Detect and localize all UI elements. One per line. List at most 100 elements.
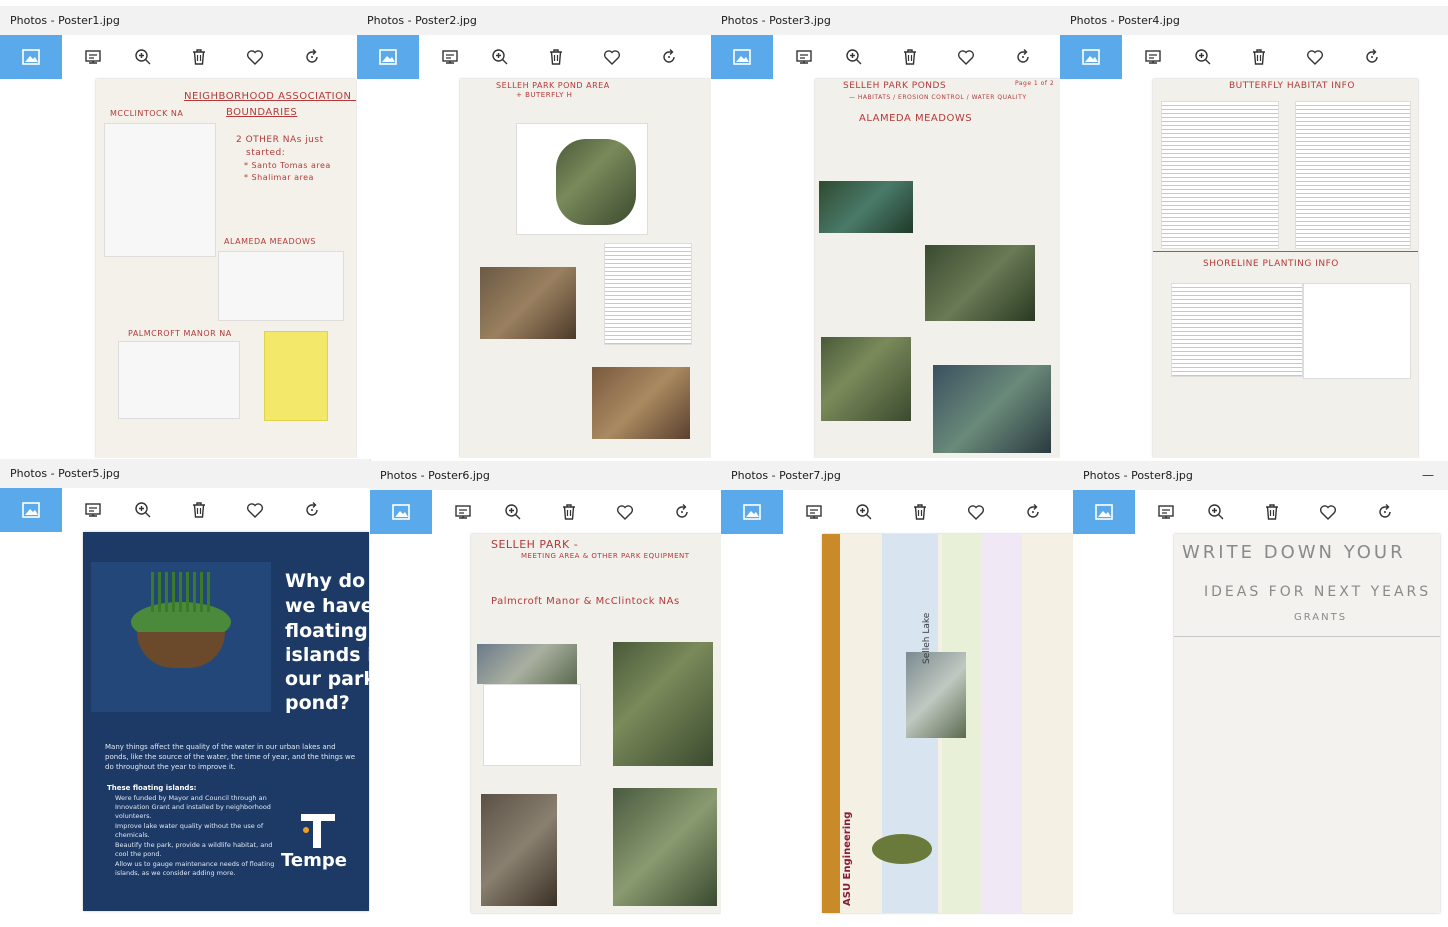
- slideshow-icon: [1156, 502, 1176, 522]
- equipment-photo: [481, 794, 557, 906]
- favorite-icon: [1318, 502, 1338, 522]
- zoom-in-icon: [133, 47, 153, 67]
- zoom-in-button[interactable]: [1183, 35, 1223, 79]
- delete-button[interactable]: [1239, 35, 1279, 79]
- delete-button[interactable]: [179, 35, 219, 79]
- slideshow-button[interactable]: [1146, 490, 1186, 534]
- image-button[interactable]: [1060, 35, 1122, 79]
- window-title: Photos - Poster1.jpg: [10, 14, 120, 27]
- headline-line: Why do: [285, 570, 366, 592]
- image-button[interactable]: [711, 35, 773, 79]
- zoom-in-button[interactable]: [480, 35, 520, 79]
- poster-subtitle: MEETING AREA & OTHER PARK EQUIPMENT: [521, 552, 690, 560]
- fish-illustration: [872, 834, 932, 864]
- image-button[interactable]: [0, 488, 62, 532]
- delete-button[interactable]: [900, 490, 940, 534]
- equipment-photo: [613, 788, 717, 906]
- window-titlebar[interactable]: Photos - Poster1.jpg: [0, 6, 357, 35]
- rotate-button[interactable]: [649, 35, 689, 79]
- slideshow-icon: [1143, 47, 1163, 67]
- window-title: Photos - Poster5.jpg: [10, 467, 120, 480]
- delete-button[interactable]: [549, 490, 589, 534]
- window-titlebar[interactable]: Photos - Poster5.jpg: [0, 459, 370, 488]
- favorite-button[interactable]: [605, 490, 645, 534]
- poster-note: * Shalimar area: [244, 173, 314, 182]
- delete-button[interactable]: [536, 35, 576, 79]
- rotate-button[interactable]: [662, 490, 702, 534]
- headline-line: islands in: [285, 644, 369, 666]
- window-titlebar[interactable]: Photos - Poster4.jpg: [1060, 6, 1448, 35]
- window-titlebar[interactable]: Photos - Poster6.jpg: [370, 461, 721, 490]
- zoom-in-button[interactable]: [844, 490, 884, 534]
- slideshow-icon: [83, 47, 103, 67]
- favorite-button[interactable]: [956, 490, 996, 534]
- window-titlebar[interactable]: Photos - Poster2.jpg: [357, 6, 711, 35]
- delete-icon: [559, 502, 579, 522]
- rotate-button[interactable]: [292, 488, 332, 532]
- favorite-button[interactable]: [946, 35, 986, 79]
- photo-viewer: BUTTERFLY HABITAT INFO SHORELINE PLANTIN…: [1060, 79, 1448, 458]
- poster-subtitle: + BUTERFLY H: [516, 91, 573, 99]
- rotate-button[interactable]: [1365, 490, 1405, 534]
- rotate-icon: [1362, 47, 1382, 67]
- zoom-in-button[interactable]: [123, 488, 163, 532]
- photos-window-5: Photos - Poster5.jpg Why do we have floa…: [0, 459, 371, 927]
- rotate-icon: [302, 47, 322, 67]
- zoom-in-button[interactable]: [493, 490, 533, 534]
- rotate-button[interactable]: [292, 35, 332, 79]
- slideshow-button[interactable]: [73, 488, 113, 532]
- poster-subtitle: — HABITATS / EROSION CONTROL / WATER QUA…: [849, 94, 1027, 101]
- delete-button[interactable]: [1252, 490, 1292, 534]
- slideshow-button[interactable]: [430, 35, 470, 79]
- rotate-button[interactable]: [1003, 35, 1043, 79]
- poster-note: * Santo Tomas area: [244, 161, 331, 170]
- favorite-icon: [1305, 47, 1325, 67]
- photo-toolbar: [0, 35, 357, 80]
- favorite-button[interactable]: [235, 488, 275, 532]
- poster-image: SELLEH PARK POND AREA + BUTERFLY H: [460, 79, 711, 458]
- window-titlebar[interactable]: Photos - Poster8.jpg —: [1073, 461, 1448, 490]
- minimize-button[interactable]: —: [1422, 461, 1434, 490]
- slideshow-button[interactable]: [784, 35, 824, 79]
- photo-viewer: WRITE DOWN YOUR IDEAS FOR NEXT YEARS GRA…: [1073, 534, 1448, 927]
- image-button[interactable]: [721, 490, 783, 534]
- zoom-in-icon: [1193, 47, 1213, 67]
- image-button[interactable]: [0, 35, 62, 79]
- poster-label: ALAMEDA MEADOWS: [859, 113, 973, 124]
- zoom-in-button[interactable]: [123, 35, 163, 79]
- slideshow-button[interactable]: [443, 490, 483, 534]
- image-icon: [21, 47, 41, 67]
- map-sheet: [118, 341, 240, 419]
- image-button[interactable]: [370, 490, 432, 534]
- favorite-button[interactable]: [1308, 490, 1348, 534]
- flyer-sheet: [264, 331, 328, 421]
- favorite-button[interactable]: [235, 35, 275, 79]
- image-button[interactable]: [1073, 490, 1135, 534]
- image-icon: [378, 47, 398, 67]
- poster-label: PALMCROFT MANOR NA: [128, 329, 232, 338]
- rotate-button[interactable]: [1013, 490, 1053, 534]
- delete-button[interactable]: [179, 488, 219, 532]
- slideshow-button[interactable]: [1133, 35, 1173, 79]
- favorite-button[interactable]: [1295, 35, 1335, 79]
- delete-button[interactable]: [890, 35, 930, 79]
- rotate-icon: [1023, 502, 1043, 522]
- favorite-button[interactable]: [592, 35, 632, 79]
- pond-photo: [925, 245, 1035, 321]
- favorite-icon: [966, 502, 986, 522]
- delete-icon: [900, 47, 920, 67]
- rotate-button[interactable]: [1352, 35, 1392, 79]
- slideshow-icon: [804, 502, 824, 522]
- image-button[interactable]: [357, 35, 419, 79]
- slideshow-button[interactable]: [73, 35, 113, 79]
- window-titlebar[interactable]: Photos - Poster7.jpg: [721, 461, 1073, 490]
- photo-viewer: Selleh Lake ASU Engineering: [721, 534, 1073, 927]
- window-titlebar[interactable]: Photos - Poster3.jpg: [711, 6, 1060, 35]
- photo-toolbar: [721, 490, 1073, 535]
- zoom-in-button[interactable]: [1196, 490, 1236, 534]
- slideshow-button[interactable]: [794, 490, 834, 534]
- info-sheet: [1171, 283, 1303, 377]
- zoom-in-button[interactable]: [834, 35, 874, 79]
- poster-title: SELLEH PARK PONDS: [843, 81, 947, 91]
- poster-image: NEIGHBORHOOD ASSOCIATION (NA) BOUNDARIES…: [96, 79, 356, 458]
